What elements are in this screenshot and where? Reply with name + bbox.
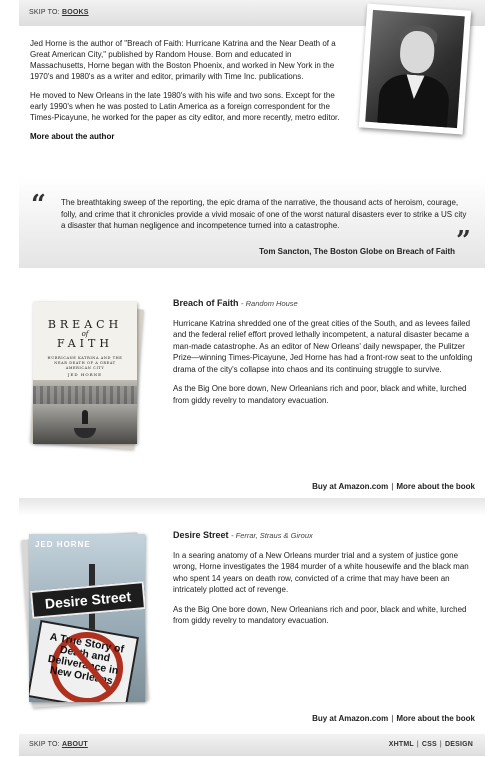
book-publisher: - Ferrar, Straus & Giroux <box>231 531 313 540</box>
cover-street-sign: Desire Street <box>29 581 145 619</box>
author-portrait-image <box>365 9 465 129</box>
book-description: As the Big One bore down, New Orleanians… <box>173 384 467 405</box>
book-title-line: Breach of Faith - Random House <box>173 298 473 310</box>
book-cover-breach-of-faith[interactable]: BREACH of FAITH HURRICANE KATRINA AND TH… <box>29 298 145 450</box>
book-title: Breach of Faith <box>173 298 239 308</box>
book-info: Breach of Faith - Random House Hurricane… <box>173 298 473 414</box>
section-divider <box>19 498 485 516</box>
skip-label: SKIP TO: <box>29 9 60 16</box>
skip-label: SKIP TO: <box>29 741 60 748</box>
buy-at-amazon-link[interactable]: Buy at Amazon.com <box>312 714 388 723</box>
book-title-line: Desire Street - Ferrar, Straus & Giroux <box>173 530 473 542</box>
link-separator: | <box>391 482 394 491</box>
book-info: Desire Street - Ferrar, Straus & Giroux … <box>173 530 473 635</box>
footer-links: XHTML | CSS | DESIGN <box>389 741 473 748</box>
close-quote-icon: ” <box>456 226 471 256</box>
book-title: Desire Street <box>173 530 229 540</box>
book-description: In a searing anatomy of a New Orleans mu… <box>173 550 469 595</box>
cover-author: JED HORNE <box>35 540 91 549</box>
cover-author: JED HORNE <box>67 372 103 377</box>
skip-bar-bottom: SKIP TO: ABOUT XHTML | CSS | DESIGN <box>19 734 485 756</box>
open-quote-icon: “ <box>31 190 46 220</box>
link-separator: | <box>391 714 394 723</box>
skip-to-about-link[interactable]: ABOUT <box>62 741 88 748</box>
link-separator: | <box>416 741 419 748</box>
buy-at-amazon-link[interactable]: Buy at Amazon.com <box>312 482 388 491</box>
review-quote-box: “ The breathtaking sweep of the reportin… <box>19 178 485 268</box>
design-link[interactable]: DESIGN <box>445 741 473 748</box>
xhtml-link[interactable]: XHTML <box>389 741 414 748</box>
book-publisher: - Random House <box>241 299 298 308</box>
link-separator: | <box>439 741 442 748</box>
author-bio-paragraph: He moved to New Orleans in the late 1980… <box>30 91 340 122</box>
book-links: Buy at Amazon.com | More about the book <box>312 482 475 491</box>
more-about-author-link[interactable]: More about the author <box>30 131 348 142</box>
cover-title-bottom: FAITH <box>57 337 113 350</box>
review-quote-source: Tom Sancton, The Boston Globe on Breach … <box>259 247 455 256</box>
book-description: Hurricane Katrina shredded one of the gr… <box>173 318 473 374</box>
author-bio-paragraph: Jed Horne is the author of "Breach of Fa… <box>30 39 336 81</box>
cover-subtitle: HURRICANE KATRINA AND THE NEAR DEATH OF … <box>47 356 123 370</box>
author-photo <box>358 3 472 135</box>
review-quote-text: The breathtaking sweep of the reporting,… <box>61 198 467 230</box>
book-entry-desire-street: JED HORNE Desire Street A True Story of … <box>19 530 485 726</box>
cover-flood-photo <box>33 380 137 444</box>
css-link[interactable]: CSS <box>422 741 437 748</box>
book-description: As the Big One bore down, New Orleanians… <box>173 604 467 626</box>
more-about-book-link[interactable]: More about the book <box>396 714 475 723</box>
skip-to-books-link[interactable]: BOOKS <box>62 9 89 16</box>
book-links: Buy at Amazon.com | More about the book <box>312 714 475 723</box>
book-entry-breach-of-faith: BREACH of FAITH HURRICANE KATRINA AND TH… <box>19 298 485 494</box>
more-about-book-link[interactable]: More about the book <box>396 482 475 491</box>
book-cover-desire-street[interactable]: JED HORNE Desire Street A True Story of … <box>21 530 153 710</box>
author-bio: Jed Horne is the author of "Breach of Fa… <box>30 38 348 142</box>
